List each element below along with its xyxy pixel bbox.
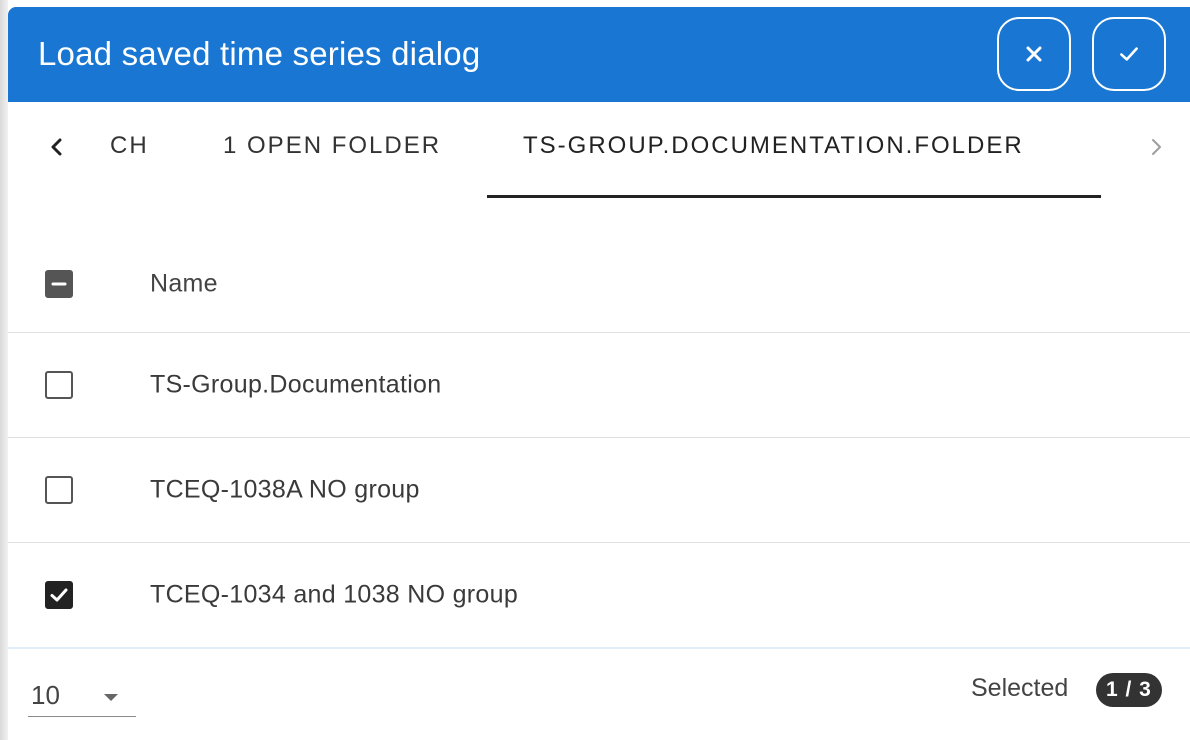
- table-footer: 10 Selected 1 / 3: [8, 650, 1190, 740]
- dropdown-arrow-icon: [104, 694, 118, 701]
- page-size-value: 10: [31, 680, 60, 710]
- tab-ch[interactable]: CH: [110, 132, 149, 160]
- minus-icon: [51, 282, 67, 285]
- table-row[interactable]: TCEQ-1038A NO group: [8, 438, 1190, 543]
- tabs-scroll-left-button[interactable]: [42, 132, 72, 162]
- select-all-checkbox[interactable]: [45, 269, 73, 298]
- dialog-title: Load saved time series dialog: [38, 35, 481, 72]
- row-name: TCEQ-1034 and 1038 NO group: [150, 580, 519, 609]
- active-tab-indicator: [487, 195, 1101, 198]
- row-checkbox[interactable]: [45, 581, 73, 609]
- tab-ts-group-documentation-folder[interactable]: TS-GROUP.DOCUMENTATION.FOLDER: [523, 132, 1024, 160]
- chevron-left-icon: [51, 138, 62, 156]
- selected-count-badge: 1 / 3: [1096, 673, 1162, 707]
- column-header-name[interactable]: Name: [150, 269, 218, 298]
- table-header-row: Name: [8, 235, 1190, 333]
- row-checkbox[interactable]: [45, 476, 73, 504]
- tabs-scroll-right-button[interactable]: [1141, 132, 1171, 162]
- close-icon: [1026, 46, 1042, 62]
- folder-tabs: CH 1 OPEN FOLDER TS-GROUP.DOCUMENTATION.…: [8, 102, 1190, 202]
- check-icon: [1120, 47, 1138, 61]
- close-button[interactable]: [997, 17, 1071, 91]
- tab-open-folder[interactable]: 1 OPEN FOLDER: [223, 132, 441, 160]
- table-row[interactable]: TS-Group.Documentation: [8, 333, 1190, 438]
- time-series-table: Name TS-Group.Documentation TCEQ-1038A N…: [8, 235, 1190, 649]
- row-name: TS-Group.Documentation: [150, 370, 442, 399]
- load-time-series-dialog: Load saved time series dialog CH 1 OPEN …: [8, 7, 1190, 740]
- row-name: TCEQ-1038A NO group: [150, 475, 420, 504]
- check-icon: [50, 588, 68, 602]
- dialog-header: Load saved time series dialog: [8, 7, 1190, 102]
- table-row[interactable]: TCEQ-1034 and 1038 NO group: [8, 543, 1190, 649]
- backdrop-edge: [0, 0, 8, 740]
- confirm-button[interactable]: [1092, 17, 1166, 91]
- chevron-right-icon: [1152, 139, 1161, 155]
- selected-label: Selected: [971, 674, 1069, 702]
- row-checkbox[interactable]: [45, 371, 73, 399]
- page-size-select[interactable]: 10: [28, 676, 136, 717]
